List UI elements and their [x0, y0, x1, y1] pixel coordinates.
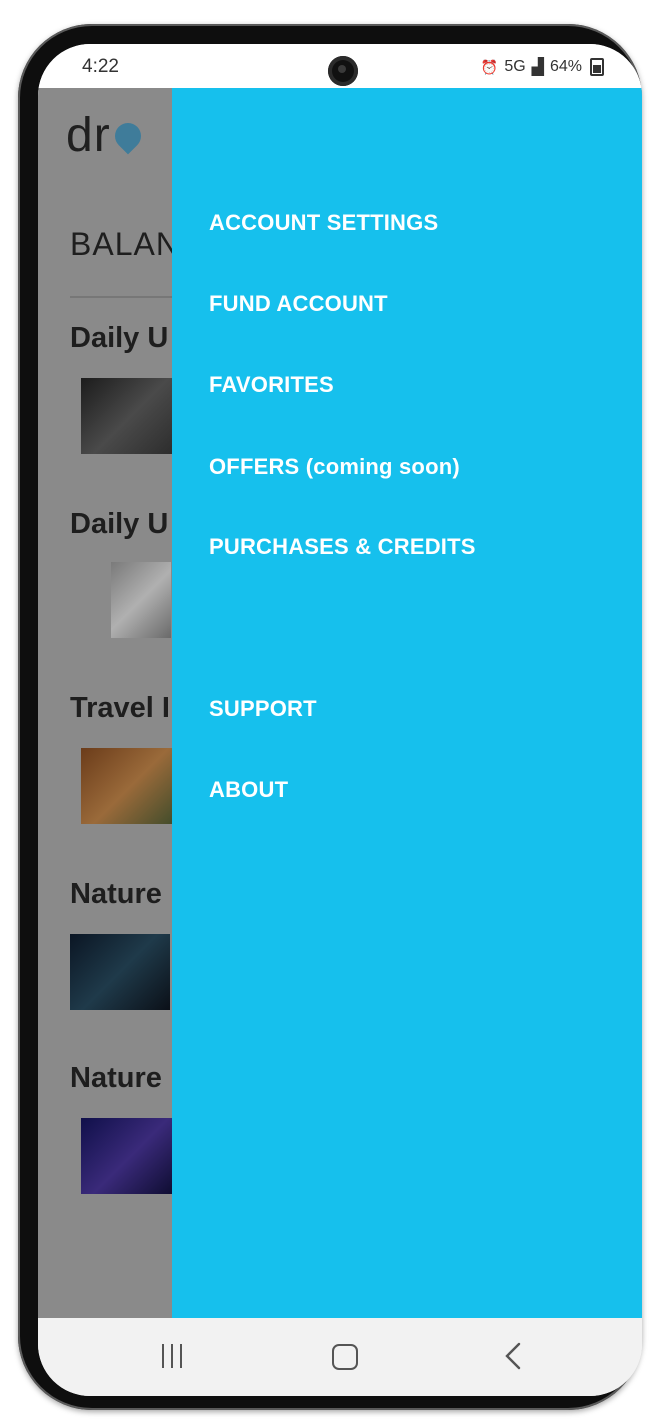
app-logo-text: dr	[66, 109, 111, 162]
app-logo: dr	[66, 108, 145, 163]
section-title: Travel I	[70, 692, 170, 724]
drawer-item-purchases-credits[interactable]: PURCHASES & CREDITS	[209, 534, 476, 560]
drawer-item-favorites[interactable]: FAVORITES	[209, 372, 334, 398]
drawer-item-about[interactable]: ABOUT	[209, 777, 288, 803]
navigation-drawer: ACCOUNT SETTINGS FUND ACCOUNT FAVORITES …	[172, 88, 642, 1318]
drawer-item-support[interactable]: SUPPORT	[209, 696, 317, 722]
battery-level: 64%	[549, 58, 582, 75]
section-thumbnail[interactable]	[70, 934, 170, 1010]
front-camera-icon	[328, 56, 358, 86]
section-thumbnail[interactable]	[81, 378, 181, 454]
drawer-item-fund-account[interactable]: FUND ACCOUNT	[209, 291, 388, 317]
network-indicator: 5G	[504, 58, 526, 75]
signal-icon: ▟	[531, 59, 544, 76]
water-drop-icon	[111, 117, 145, 157]
section-title: Nature	[70, 1062, 162, 1094]
balance-label: BALAN	[70, 226, 180, 262]
status-time: 4:22	[82, 56, 119, 77]
home-icon[interactable]	[330, 1340, 360, 1374]
section-thumbnail[interactable]	[81, 1118, 181, 1194]
section-title: Daily U	[70, 508, 169, 540]
status-bar: 4:22 ⏰ 5G ▟ 64%	[38, 44, 642, 88]
drawer-item-account-settings[interactable]: ACCOUNT SETTINGS	[209, 210, 438, 236]
section-thumbnail[interactable]	[111, 562, 171, 638]
alarm-icon: ⏰	[480, 58, 499, 75]
system-navigation-bar	[38, 1318, 642, 1396]
section-title: Nature	[70, 878, 162, 910]
recents-icon[interactable]	[160, 1340, 190, 1374]
battery-icon	[590, 58, 604, 76]
drawer-item-offers[interactable]: OFFERS (coming soon)	[209, 454, 460, 480]
status-indicators: ⏰ 5G ▟ 64%	[481, 57, 604, 77]
section-title: Daily U	[70, 322, 169, 354]
screen: 4:22 ⏰ 5G ▟ 64% dr BALAN Daily U Daily U…	[38, 44, 642, 1396]
back-icon[interactable]	[503, 1340, 533, 1374]
section-thumbnail[interactable]	[81, 748, 181, 824]
